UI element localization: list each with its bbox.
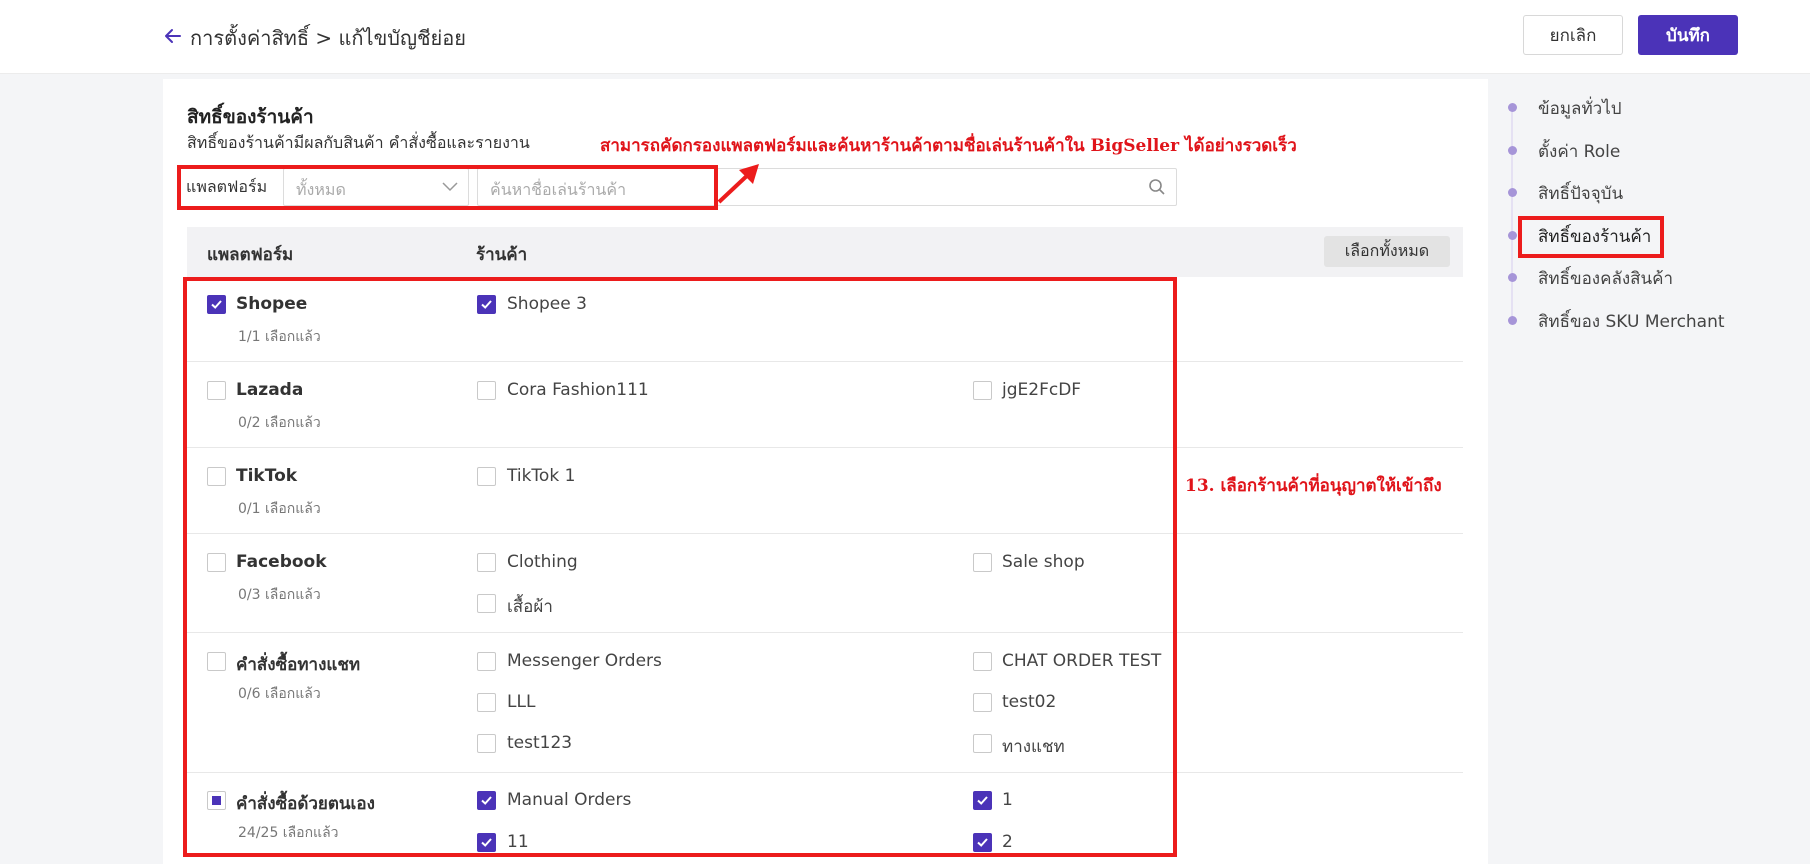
filter-highlight-box bbox=[177, 165, 718, 210]
side-nav-role-settings[interactable]: ตั้งค่า Role bbox=[1538, 138, 1620, 165]
column-header-shop: ร้านค้า bbox=[476, 245, 528, 265]
save-button[interactable]: บันทึก bbox=[1638, 15, 1738, 55]
side-nav-track bbox=[1511, 107, 1513, 322]
nav-dot bbox=[1508, 316, 1517, 325]
shop-list-highlight-box bbox=[183, 277, 1177, 857]
page-header: การตั้งค่าสิทธิ์ > แก้ไขบัญชีย่อย ยกเลิก… bbox=[0, 0, 1810, 74]
cancel-button[interactable]: ยกเลิก bbox=[1523, 15, 1623, 55]
nav-dot bbox=[1508, 231, 1517, 240]
search-icon[interactable] bbox=[1148, 178, 1166, 196]
annotation-arrow bbox=[717, 164, 759, 204]
section-description: สิทธิ์ของร้านค้ามีผลกับสินค้า คำสั่งซื้อ… bbox=[187, 133, 530, 152]
nav-dot bbox=[1508, 273, 1517, 282]
nav-dot bbox=[1508, 146, 1517, 155]
nav-dot bbox=[1508, 103, 1517, 112]
section-title: สิทธิ์ของร้านค้า bbox=[187, 106, 314, 128]
column-header-platform: แพลตฟอร์ม bbox=[207, 245, 294, 265]
nav-dot bbox=[1508, 188, 1517, 197]
table-header bbox=[187, 227, 1463, 277]
select-shops-annotation: 13. เลือกร้านค้าที่อนุญาตให้เข้าถึง bbox=[1185, 476, 1442, 496]
filter-annotation: สามารถคัดกรองแพลตฟอร์มและค้นหาร้านค้าตาม… bbox=[600, 136, 1297, 156]
breadcrumb: การตั้งค่าสิทธิ์ > แก้ไขบัญชีย่อย bbox=[190, 26, 467, 50]
nav-highlight-box bbox=[1518, 216, 1664, 258]
arrow-left-icon[interactable] bbox=[162, 25, 184, 47]
side-nav-current-permissions[interactable]: สิทธิ์ปัจจุบัน bbox=[1538, 180, 1623, 207]
side-nav-general-info[interactable]: ข้อมูลทั่วไป bbox=[1538, 95, 1622, 122]
select-all-button[interactable]: เลือกทั้งหมด bbox=[1324, 236, 1450, 267]
side-nav-warehouse-permissions[interactable]: สิทธิ์ของคลังสินค้า bbox=[1538, 265, 1673, 292]
side-nav-sku-merchant-permissions[interactable]: สิทธิ์ของ SKU Merchant bbox=[1538, 308, 1725, 335]
